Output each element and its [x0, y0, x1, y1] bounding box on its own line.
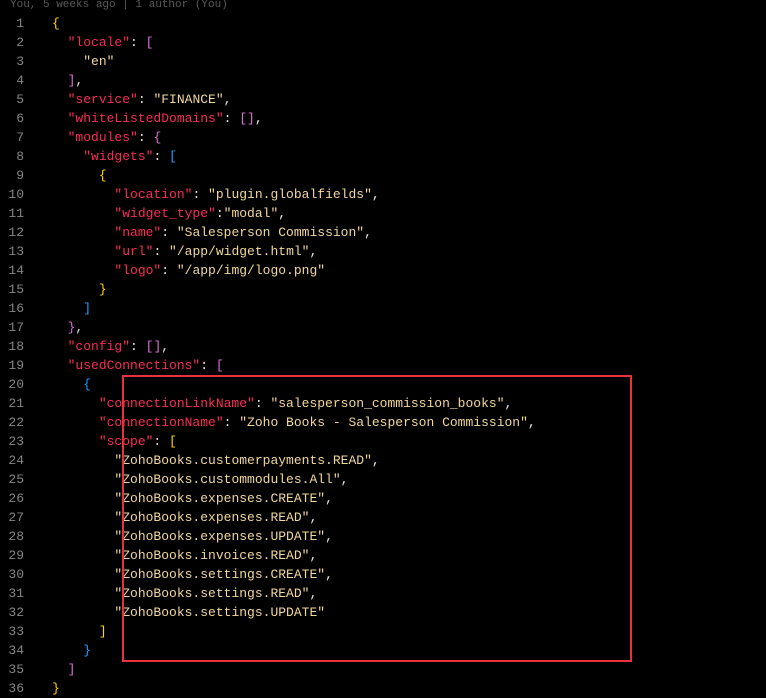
- code-line[interactable]: "ZohoBooks.custommodules.All",: [42, 470, 766, 489]
- line-number: 11: [0, 204, 42, 223]
- code-line[interactable]: ],: [42, 71, 766, 90]
- line-number: 1: [0, 14, 42, 33]
- code-editor[interactable]: 1 2 3 4 5 6 7 8 9 10 11 12 13 14 15 16 1…: [0, 12, 766, 698]
- line-number: 12: [0, 223, 42, 242]
- line-number: 18: [0, 337, 42, 356]
- line-number: 35: [0, 660, 42, 679]
- line-number: 24: [0, 451, 42, 470]
- code-line[interactable]: "locale": [: [42, 33, 766, 52]
- line-number: 20: [0, 375, 42, 394]
- line-number: 36: [0, 679, 42, 698]
- code-content[interactable]: { "locale": [ "en" ], "service": "FINANC…: [42, 14, 766, 698]
- line-number: 6: [0, 109, 42, 128]
- line-number: 8: [0, 147, 42, 166]
- line-number: 10: [0, 185, 42, 204]
- code-line[interactable]: }: [42, 280, 766, 299]
- line-number: 34: [0, 641, 42, 660]
- code-line[interactable]: "location": "plugin.globalfields",: [42, 185, 766, 204]
- git-blame-annotation: You, 5 weeks ago | 1 author (You): [0, 0, 766, 12]
- code-line[interactable]: "logo": "/app/img/logo.png": [42, 261, 766, 280]
- line-number: 15: [0, 280, 42, 299]
- code-line[interactable]: "ZohoBooks.settings.READ",: [42, 584, 766, 603]
- code-line[interactable]: "scope": [: [42, 432, 766, 451]
- line-number: 22: [0, 413, 42, 432]
- code-line[interactable]: "usedConnections": [: [42, 356, 766, 375]
- code-line[interactable]: ]: [42, 660, 766, 679]
- line-number: 28: [0, 527, 42, 546]
- code-line[interactable]: "service": "FINANCE",: [42, 90, 766, 109]
- code-line[interactable]: ]: [42, 622, 766, 641]
- code-line[interactable]: }: [42, 641, 766, 660]
- line-number: 13: [0, 242, 42, 261]
- code-line[interactable]: {: [42, 14, 766, 33]
- code-line[interactable]: ]: [42, 299, 766, 318]
- code-line[interactable]: },: [42, 318, 766, 337]
- code-line[interactable]: "ZohoBooks.expenses.READ",: [42, 508, 766, 527]
- line-number: 5: [0, 90, 42, 109]
- line-number: 14: [0, 261, 42, 280]
- code-line[interactable]: "config": [],: [42, 337, 766, 356]
- code-line[interactable]: "connectionLinkName": "salesperson_commi…: [42, 394, 766, 413]
- line-number: 26: [0, 489, 42, 508]
- code-line[interactable]: "name": "Salesperson Commission",: [42, 223, 766, 242]
- code-line[interactable]: }: [42, 679, 766, 698]
- line-number: 33: [0, 622, 42, 641]
- line-number: 32: [0, 603, 42, 622]
- line-number: 19: [0, 356, 42, 375]
- line-number: 31: [0, 584, 42, 603]
- line-number-gutter: 1 2 3 4 5 6 7 8 9 10 11 12 13 14 15 16 1…: [0, 14, 42, 698]
- line-number: 23: [0, 432, 42, 451]
- code-line[interactable]: "ZohoBooks.invoices.READ",: [42, 546, 766, 565]
- line-number: 4: [0, 71, 42, 90]
- line-number: 25: [0, 470, 42, 489]
- code-line[interactable]: "ZohoBooks.settings.CREATE",: [42, 565, 766, 584]
- line-number: 27: [0, 508, 42, 527]
- line-number: 2: [0, 33, 42, 52]
- code-line[interactable]: "ZohoBooks.expenses.CREATE",: [42, 489, 766, 508]
- line-number: 21: [0, 394, 42, 413]
- line-number: 17: [0, 318, 42, 337]
- code-line[interactable]: "whiteListedDomains": [],: [42, 109, 766, 128]
- line-number: 29: [0, 546, 42, 565]
- line-number: 7: [0, 128, 42, 147]
- code-line[interactable]: "connectionName": "Zoho Books - Salesper…: [42, 413, 766, 432]
- code-line[interactable]: {: [42, 375, 766, 394]
- code-line[interactable]: "ZohoBooks.customerpayments.READ",: [42, 451, 766, 470]
- code-line[interactable]: "ZohoBooks.settings.UPDATE": [42, 603, 766, 622]
- line-number: 16: [0, 299, 42, 318]
- code-line[interactable]: {: [42, 166, 766, 185]
- line-number: 3: [0, 52, 42, 71]
- line-number: 9: [0, 166, 42, 185]
- line-number: 30: [0, 565, 42, 584]
- code-line[interactable]: "ZohoBooks.expenses.UPDATE",: [42, 527, 766, 546]
- code-line[interactable]: "modules": {: [42, 128, 766, 147]
- code-line[interactable]: "url": "/app/widget.html",: [42, 242, 766, 261]
- code-line[interactable]: "widget_type":"modal",: [42, 204, 766, 223]
- code-line[interactable]: "en": [42, 52, 766, 71]
- code-line[interactable]: "widgets": [: [42, 147, 766, 166]
